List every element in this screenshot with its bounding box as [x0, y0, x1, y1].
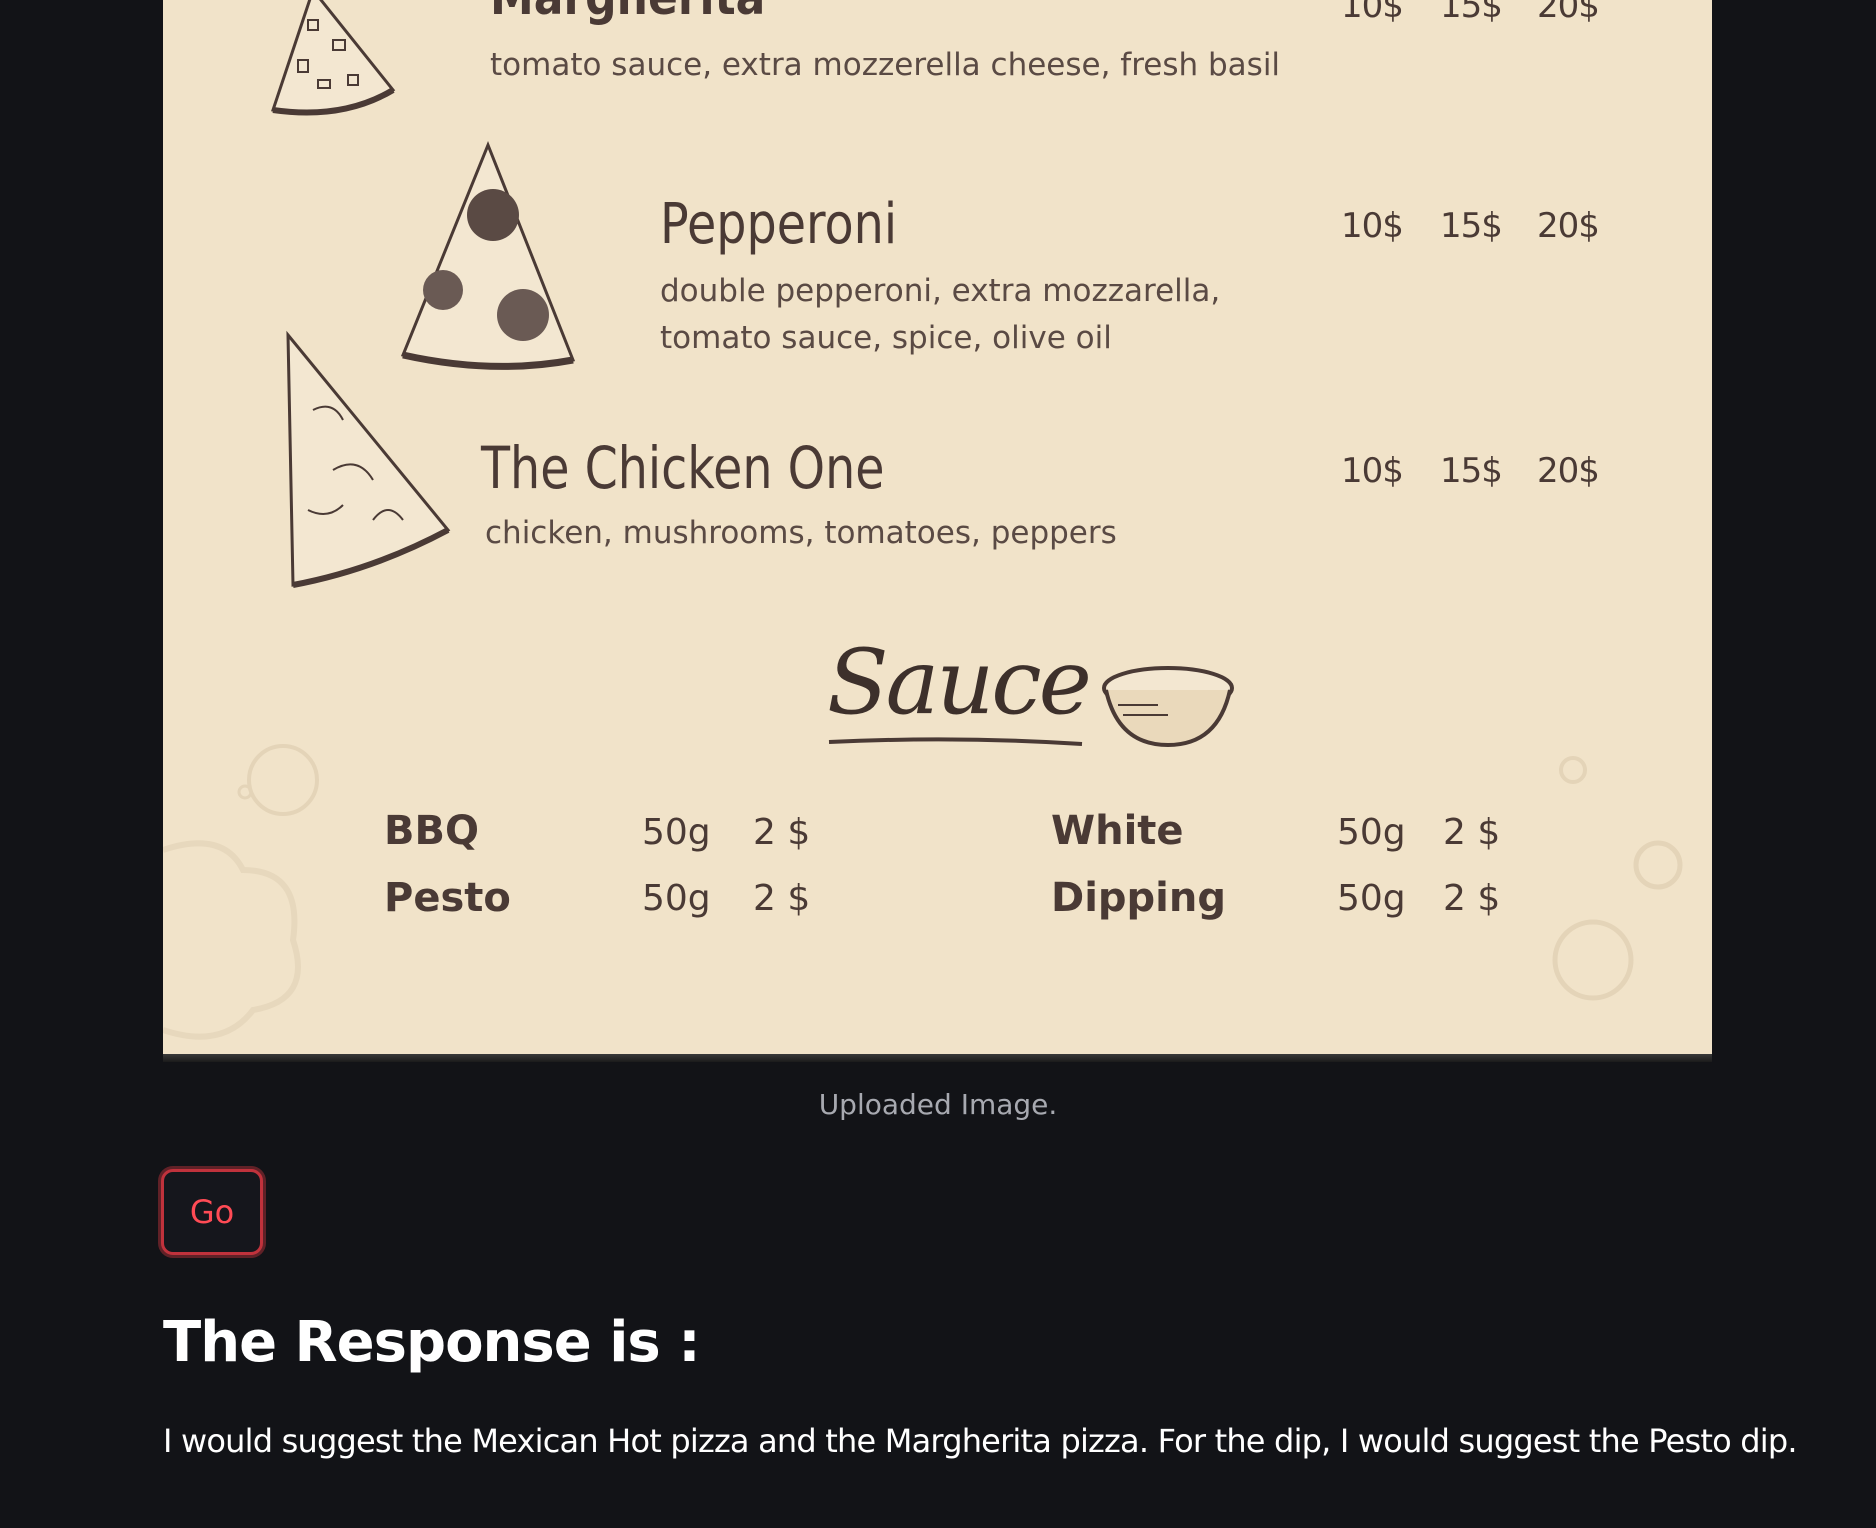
sauce-section-title: Sauce — [827, 630, 1092, 735]
sauce-item-name: Pesto — [384, 875, 511, 921]
image-caption: Uploaded Image. — [818, 1088, 1058, 1121]
sauce-item-price: 2 $ — [753, 812, 811, 853]
sauce-item-price: 2 $ — [1443, 812, 1501, 853]
cloud-decoration-icon — [163, 840, 301, 1040]
price-small: 10$ — [1341, 0, 1404, 26]
response-text: I would suggest the Mexican Hot pizza an… — [163, 1422, 1798, 1460]
price-large: 20$ — [1537, 206, 1600, 246]
image-bottom-edge — [163, 1054, 1712, 1062]
sauce-item-name: BBQ — [384, 808, 479, 854]
response-heading: The Response is : — [163, 1310, 701, 1375]
go-button[interactable]: Go — [161, 1169, 263, 1255]
sauce-item-price: 2 $ — [753, 878, 811, 919]
sauce-item-weight: 50g — [1337, 878, 1406, 919]
price-small: 10$ — [1341, 206, 1404, 246]
sauce-item-price: 2 $ — [1443, 878, 1501, 919]
pizza-name: Margherita — [490, 0, 765, 26]
pizza-description: tomato sauce, spice, olive oil — [660, 320, 1112, 356]
price-medium: 15$ — [1440, 0, 1503, 26]
price-large: 20$ — [1537, 451, 1600, 491]
pizza-description: double pepperoni, extra mozzarella, — [660, 273, 1221, 309]
sauce-underline — [828, 737, 1083, 746]
sauce-bowl-icon — [1102, 666, 1234, 748]
uploaded-menu-image: Margherita tomato sauce, extra mozzerell… — [163, 0, 1712, 1062]
pizza-slice-icon — [286, 330, 451, 588]
bubble-decoration-icon — [1552, 756, 1683, 1001]
pizza-name: Pepperoni — [660, 192, 898, 257]
sauce-item-weight: 50g — [1337, 812, 1406, 853]
pizza-slice-icon — [271, 0, 396, 116]
sauce-item-name: Dipping — [1051, 875, 1226, 921]
sauce-item-weight: 50g — [642, 812, 711, 853]
pizza-description: chicken, mushrooms, tomatoes, peppers — [485, 515, 1117, 551]
price-large: 20$ — [1537, 0, 1600, 26]
sauce-item-weight: 50g — [642, 878, 711, 919]
sauce-item-name: White — [1051, 808, 1184, 854]
price-small: 10$ — [1341, 451, 1404, 491]
pizza-name: The Chicken One — [481, 434, 885, 502]
pizza-description: tomato sauce, extra mozzerella cheese, f… — [490, 47, 1281, 83]
price-medium: 15$ — [1440, 451, 1503, 491]
price-medium: 15$ — [1440, 206, 1503, 246]
